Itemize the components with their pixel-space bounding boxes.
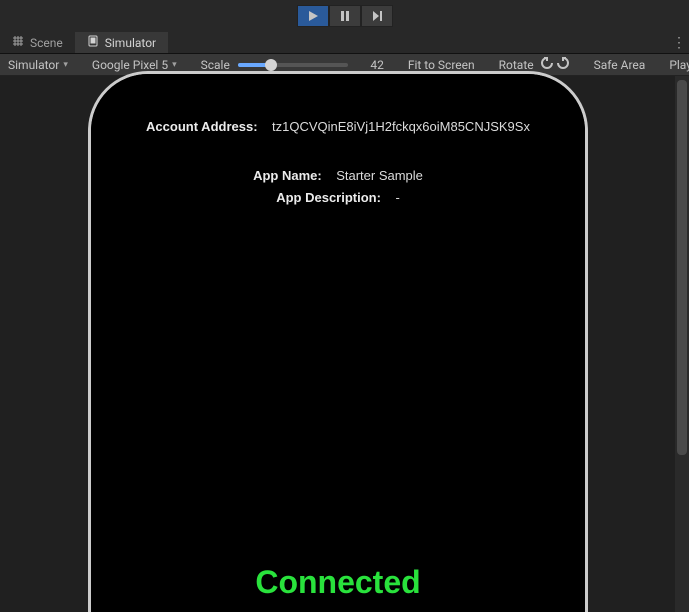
tab-scene-label: Scene bbox=[30, 36, 63, 50]
tab-scene[interactable]: Scene bbox=[0, 32, 75, 53]
rotate-ccw-icon[interactable] bbox=[540, 56, 554, 73]
playback-controls bbox=[297, 5, 393, 27]
app-description-value: - bbox=[395, 190, 399, 205]
scale-value: 42 bbox=[356, 58, 384, 72]
playback-bar bbox=[0, 0, 689, 32]
scale-label: Scale bbox=[201, 58, 230, 72]
app-description-label: App Description: bbox=[276, 190, 381, 205]
step-button[interactable] bbox=[361, 5, 393, 27]
device-icon bbox=[87, 35, 99, 50]
chevron-down-icon: ▾ bbox=[63, 60, 68, 70]
safe-area-button[interactable]: Safe Area bbox=[588, 54, 652, 75]
device-dropdown-label: Google Pixel 5 bbox=[92, 58, 168, 72]
chevron-down-icon: ▾ bbox=[172, 60, 177, 70]
simulator-dropdown[interactable]: Simulator ▾ bbox=[2, 54, 74, 75]
tab-simulator[interactable]: Simulator bbox=[75, 32, 168, 53]
play-unfocused-button[interactable]: Play Unfocused bbox=[663, 54, 689, 75]
scale-slider[interactable] bbox=[238, 63, 348, 67]
slider-thumb[interactable] bbox=[265, 59, 277, 71]
device-frame: Account Address: tz1QCVQinE8iVj1H2fckqx6… bbox=[88, 71, 588, 612]
grid-icon bbox=[12, 35, 24, 50]
tab-simulator-label: Simulator bbox=[105, 36, 156, 50]
account-address-label: Account Address: bbox=[146, 119, 257, 134]
rotate-label: Rotate bbox=[499, 58, 534, 72]
account-address-value: tz1QCVQinE8iVj1H2fckqx6oiM85CNJSK9Sx bbox=[272, 119, 530, 134]
tab-menu-button[interactable]: ⋮ bbox=[669, 32, 689, 53]
play-button[interactable] bbox=[297, 5, 329, 27]
fit-to-screen-label: Fit to Screen bbox=[408, 58, 475, 72]
tab-bar: Scene Simulator ⋮ bbox=[0, 32, 689, 54]
vertical-scrollbar[interactable] bbox=[675, 76, 689, 612]
app-name-value: Starter Sample bbox=[336, 168, 423, 183]
connection-status: Connected bbox=[91, 564, 585, 601]
app-info: App Name: Starter Sample App Description… bbox=[91, 164, 585, 209]
pause-button[interactable] bbox=[329, 5, 361, 27]
play-unfocused-label: Play Unfocused bbox=[669, 58, 689, 72]
safe-area-label: Safe Area bbox=[594, 58, 646, 72]
device-screen[interactable]: Account Address: tz1QCVQinE8iVj1H2fckqx6… bbox=[91, 74, 585, 612]
rotate-cw-icon[interactable] bbox=[556, 56, 570, 73]
app-name-label: App Name: bbox=[253, 168, 322, 183]
simulator-dropdown-label: Simulator bbox=[8, 58, 59, 72]
scrollbar-thumb[interactable] bbox=[677, 80, 687, 455]
account-info: Account Address: tz1QCVQinE8iVj1H2fckqx6… bbox=[91, 114, 585, 140]
simulator-viewport[interactable]: Account Address: tz1QCVQinE8iVj1H2fckqx6… bbox=[0, 76, 689, 612]
